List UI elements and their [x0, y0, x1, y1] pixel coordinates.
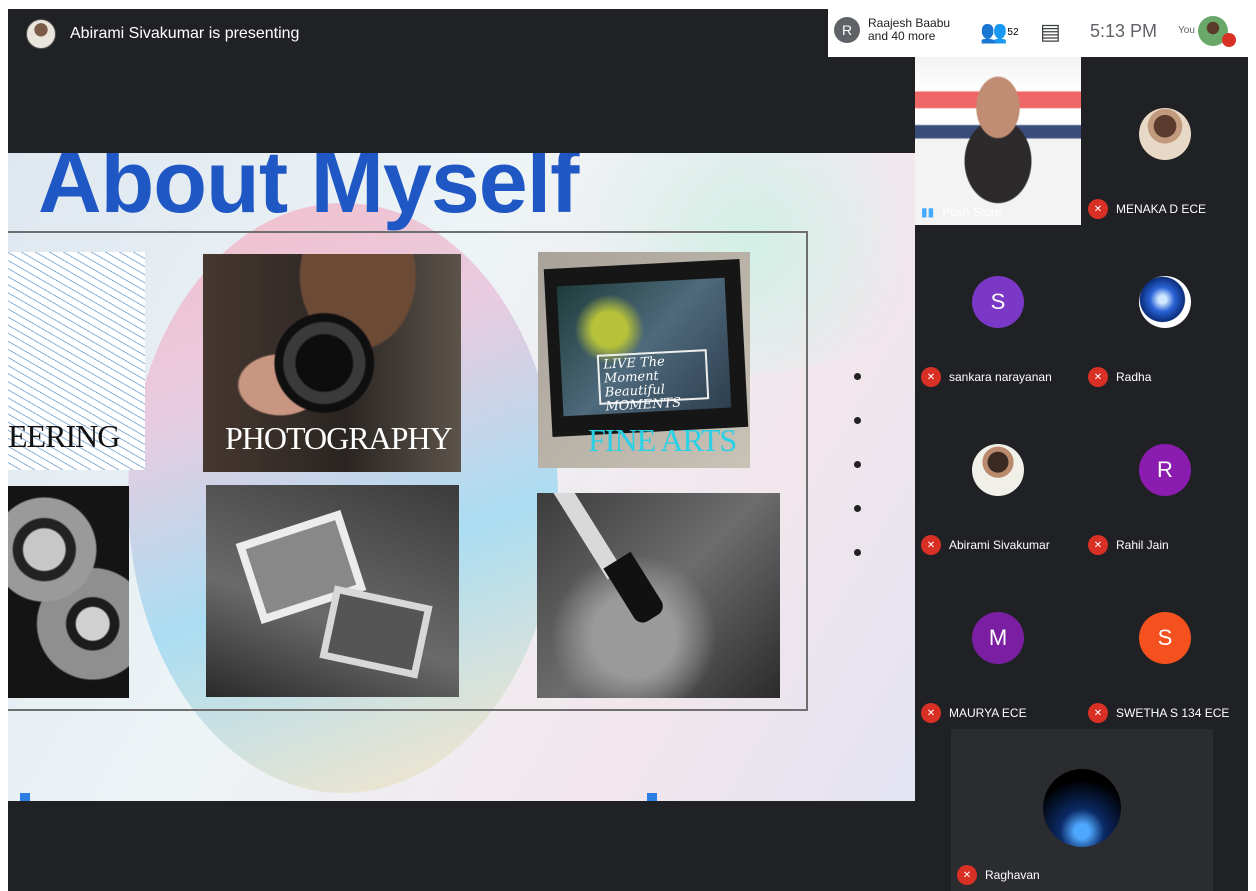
- bullet: [854, 549, 861, 556]
- participant-tile[interactable]: ✕ Radha: [1082, 225, 1248, 393]
- participant-avatar: [972, 444, 1024, 496]
- bullet: [854, 417, 861, 424]
- speaking-icon: ▮▮: [921, 205, 935, 219]
- chat-button[interactable]: ▤: [1040, 19, 1061, 45]
- paintbrush-image: [537, 493, 780, 698]
- participant-avatar: S: [972, 276, 1024, 328]
- participants-summary[interactable]: R Raajesh Baabu and 40 more: [834, 17, 950, 43]
- tray-caption: LIVE The Moment Beautiful MOMENTS: [596, 349, 710, 415]
- photography-label: PHOTOGRAPHY: [225, 420, 453, 456]
- gears-image: [8, 486, 129, 698]
- participant-name: Abirami Sivakumar: [949, 538, 1050, 552]
- time-text: 5:13 PM: [1090, 21, 1158, 41]
- photography-image: PHOTOGRAPHY: [203, 254, 461, 472]
- mic-off-icon: ✕: [1088, 535, 1108, 555]
- participant-name: MAURYA ECE: [949, 706, 1027, 720]
- mic-off-icon: ✕: [1088, 703, 1108, 723]
- people-count: 52: [1007, 26, 1019, 38]
- chat-icon: ▤: [1040, 19, 1061, 44]
- participant-name: Posh Store: [942, 205, 1002, 219]
- selection-handle-left: [20, 793, 30, 801]
- presenter-avatar: [26, 19, 56, 49]
- participant-tile[interactable]: ✕ MENAKA D ECE: [1082, 57, 1248, 225]
- participant-tile[interactable]: ✕ Raghavan: [951, 729, 1213, 891]
- participant-tile[interactable]: R ✕ Rahil Jain: [1082, 393, 1248, 561]
- mic-off-icon: ✕: [921, 535, 941, 555]
- brush-bristles: [603, 551, 667, 627]
- participant-name: Raghavan: [985, 868, 1040, 882]
- clock: 5:13 PM: [1090, 21, 1157, 42]
- participant-avatar: [1139, 108, 1191, 160]
- participant-name: sankara narayanan: [949, 370, 1052, 384]
- fine-arts-label: FINE ARTS: [588, 422, 737, 458]
- participant-name: SWETHA S 134 ECE: [1116, 706, 1230, 720]
- participant-name: Radha: [1116, 370, 1152, 384]
- mic-off-icon: ✕: [1088, 199, 1108, 219]
- photo-print-2: [319, 585, 433, 679]
- participant-tile[interactable]: S ✕ SWETHA S 134 ECE: [1082, 561, 1248, 729]
- presenter-text: Abirami Sivakumar is presenting: [70, 25, 300, 42]
- slide-bullets: [854, 373, 861, 593]
- bullet: [854, 373, 861, 380]
- participant-avatar: S: [1139, 612, 1191, 664]
- participant-avatar: [1139, 276, 1191, 328]
- participant-grid: ▮▮ Posh Store ✕ MENAKA D ECE S ✕ sankara…: [915, 57, 1248, 891]
- mic-off-icon: ✕: [921, 703, 941, 723]
- slide-title: About Myself: [38, 153, 579, 231]
- participant-avatar: R: [1139, 444, 1191, 496]
- participant-tile[interactable]: S ✕ sankara narayanan: [915, 225, 1081, 393]
- participant-name: MENAKA D ECE: [1116, 202, 1207, 216]
- participant-avatar: [1043, 769, 1121, 847]
- bullet: [854, 505, 861, 512]
- photo-prints-image: [206, 485, 459, 697]
- mic-off-icon: ✕: [957, 865, 977, 885]
- engineering-image: EERING: [8, 252, 145, 470]
- mic-off-icon: ✕: [1088, 367, 1108, 387]
- presenter-banner: Abirami Sivakumar is presenting: [26, 19, 299, 49]
- participant-name: Rahil Jain: [1116, 538, 1169, 552]
- presented-slide: About Myself EERING PHOTOGRAPHY LIVE The…: [8, 153, 915, 801]
- participant-video: [915, 57, 1081, 225]
- people-button[interactable]: 👥 52: [980, 19, 1019, 45]
- self-view[interactable]: [1198, 15, 1236, 47]
- meet-window: Abirami Sivakumar is presenting R Raajes…: [8, 9, 1248, 891]
- participants-line2: and 40 more: [868, 29, 936, 43]
- selection-handle-right: [647, 793, 657, 801]
- people-icon: 👥: [980, 19, 1008, 44]
- top-right-bar: R Raajesh Baabu and 40 more 👥 52 ▤ 5:13 …: [828, 9, 1248, 57]
- self-mute-icon: [1222, 33, 1236, 47]
- participant-tile[interactable]: ✕ Abirami Sivakumar: [915, 393, 1081, 561]
- mic-off-icon: ✕: [921, 367, 941, 387]
- participant-initial-badge: R: [834, 17, 860, 43]
- fine-arts-image: LIVE The Moment Beautiful MOMENTS FINE A…: [538, 252, 750, 468]
- participant-tile[interactable]: M ✕ MAURYA ECE: [915, 561, 1081, 729]
- bullet: [854, 461, 861, 468]
- participant-tile[interactable]: ▮▮ Posh Store: [915, 57, 1081, 225]
- engineering-label: EERING: [8, 418, 120, 454]
- participant-avatar: M: [972, 612, 1024, 664]
- you-label: You: [1178, 25, 1195, 36]
